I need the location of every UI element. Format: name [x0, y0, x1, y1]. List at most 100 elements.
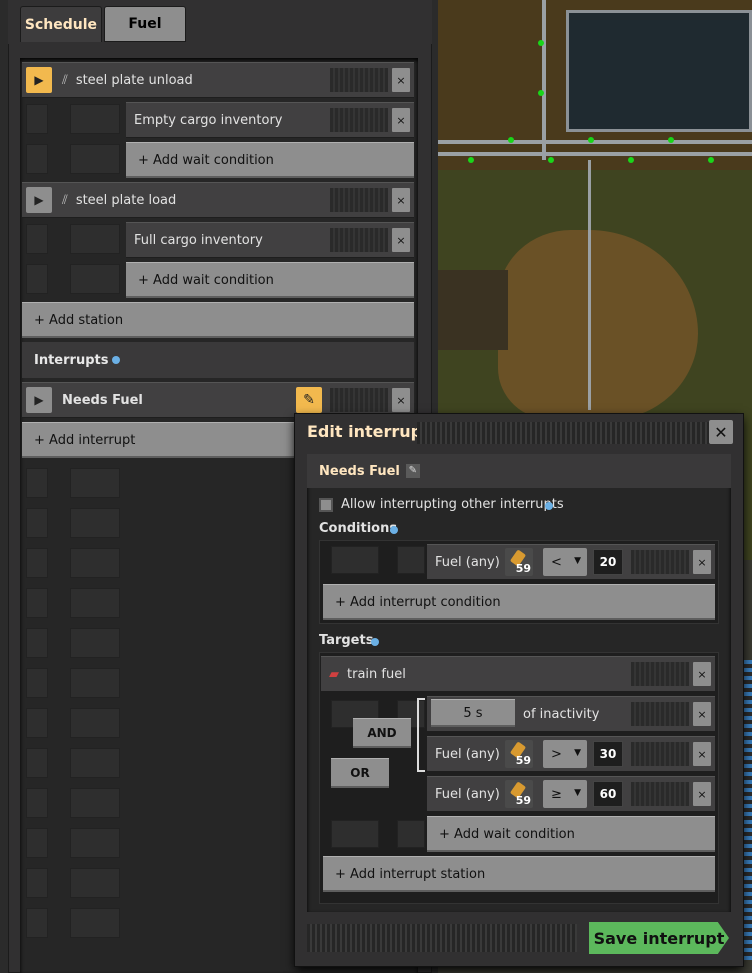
map-signal-dot	[628, 157, 634, 163]
interrupt-condition-row[interactable]: Fuel (any) 59 < ▼ 20 ×	[427, 544, 715, 580]
map-rail-horizontal	[438, 140, 752, 144]
info-icon[interactable]: i	[371, 638, 379, 646]
remove-condition-button[interactable]: ×	[693, 702, 711, 726]
empty-cell	[26, 908, 48, 938]
empty-cell	[26, 508, 48, 538]
and-toggle-button[interactable]: AND	[353, 718, 411, 748]
remove-condition-button[interactable]: ×	[392, 108, 410, 132]
targets-box: ▰ train fuel × AND OR 5 s of inactivity …	[319, 652, 719, 904]
map-signal-dot	[538, 40, 544, 46]
empty-cell	[70, 628, 120, 658]
fuel-icon[interactable]: 59	[505, 548, 533, 576]
save-interrupt-button[interactable]: Save interrupt	[589, 922, 729, 954]
empty-cell	[26, 264, 48, 294]
add-wait-condition-button[interactable]: + Add wait condition	[126, 142, 414, 178]
info-icon[interactable]: i	[545, 502, 553, 510]
condition-label: Fuel (any)	[435, 554, 500, 570]
play-icon[interactable]: ▶	[26, 187, 52, 213]
close-icon[interactable]: ✕	[709, 420, 733, 444]
station-name: steel plate unload	[75, 72, 193, 88]
condition-label: Full cargo inventory	[134, 232, 263, 248]
map-shadow-area	[438, 270, 508, 350]
tab-fuel[interactable]: Fuel	[104, 6, 186, 42]
condition-slot	[631, 550, 689, 574]
add-wait-condition-button[interactable]: + Add wait condition	[427, 816, 715, 852]
map-signal-dot	[468, 157, 474, 163]
allow-interrupting-label: Allow interrupting other interrupts	[341, 497, 564, 512]
or-toggle-button[interactable]: OR	[331, 758, 389, 788]
empty-cell	[26, 104, 48, 134]
station-row[interactable]: ▶ ⫽ steel plate unload ×	[22, 62, 414, 98]
interrupts-title: Interrupts	[34, 352, 109, 368]
remove-interrupt-button[interactable]: ×	[392, 388, 410, 412]
chevron-down-icon: ▼	[574, 788, 581, 798]
map-rail-vertical-2	[588, 160, 591, 410]
play-icon[interactable]: ▶	[26, 67, 52, 93]
add-interrupt-station-button[interactable]: + Add interrupt station	[323, 856, 715, 892]
wait-condition-row[interactable]: Empty cargo inventory ×	[126, 102, 414, 138]
rename-icon[interactable]: ✎	[405, 464, 420, 478]
map-signal-dot	[508, 137, 514, 143]
dialog-drag-handle[interactable]	[417, 422, 711, 444]
map-signal-dot	[548, 157, 554, 163]
remove-condition-button[interactable]: ×	[693, 782, 711, 806]
conditions-box: Fuel (any) 59 < ▼ 20 × + Add interrupt co…	[319, 540, 719, 624]
wait-condition-row[interactable]: 5 s of inactivity ×	[427, 696, 715, 732]
remove-condition-button[interactable]: ×	[392, 228, 410, 252]
station-name: steel plate load	[75, 192, 177, 208]
condition-label: Fuel (any)	[435, 746, 500, 762]
remove-condition-button[interactable]: ×	[693, 550, 711, 574]
add-interrupt-condition-button[interactable]: + Add interrupt condition	[323, 584, 715, 620]
empty-cell	[70, 508, 120, 538]
remove-station-button[interactable]: ×	[392, 188, 410, 212]
tab-schedule[interactable]: Schedule	[20, 6, 102, 42]
station-row[interactable]: ▶ ⫽ steel plate load ×	[22, 182, 414, 218]
allow-interrupting-checkbox[interactable]	[319, 498, 333, 512]
target-station-name: train fuel	[347, 666, 406, 682]
station-slot	[330, 188, 388, 212]
remove-target-button[interactable]: ×	[693, 662, 711, 686]
empty-cell	[26, 748, 48, 778]
fuel-icon[interactable]: 59	[505, 740, 533, 768]
empty-cell	[70, 828, 120, 858]
empty-cell	[397, 546, 425, 574]
condition-slot	[330, 108, 388, 132]
wait-condition-row[interactable]: Fuel (any) 59 > ▼ 30 ×	[427, 736, 715, 772]
remove-condition-button[interactable]: ×	[693, 742, 711, 766]
add-station-button[interactable]: + Add station	[22, 302, 414, 338]
condition-label: Empty cargo inventory	[134, 112, 283, 128]
value-field[interactable]: 20	[593, 549, 623, 575]
empty-cell	[70, 748, 120, 778]
target-station-row[interactable]: ▰ train fuel ×	[321, 656, 715, 692]
fuel-icon[interactable]: 59	[505, 780, 533, 808]
add-wait-condition-button[interactable]: + Add wait condition	[126, 262, 414, 298]
comparator-select[interactable]: > ▼	[543, 740, 587, 768]
value-field[interactable]: 60	[593, 781, 623, 807]
dialog-footer-drag	[307, 924, 577, 952]
empty-cell	[70, 588, 120, 618]
wait-condition-row[interactable]: Full cargo inventory ×	[126, 222, 414, 258]
empty-cell	[397, 820, 425, 848]
empty-cell	[26, 668, 48, 698]
empty-cell	[70, 908, 120, 938]
map-rail-horizontal-2	[438, 152, 752, 156]
condition-slot	[631, 702, 689, 726]
remove-station-button[interactable]: ×	[392, 68, 410, 92]
empty-cell	[26, 548, 48, 578]
add-interrupt-button[interactable]: + Add interrupt	[22, 422, 302, 458]
time-field[interactable]: 5 s	[431, 699, 515, 727]
station-slot	[330, 68, 388, 92]
interrupt-row[interactable]: ▶ Needs Fuel ✎ ×	[22, 382, 414, 418]
info-icon[interactable]: i	[390, 526, 398, 534]
comparator-select[interactable]: < ▼	[543, 548, 587, 576]
value-field[interactable]: 30	[593, 741, 623, 767]
empty-cell	[331, 546, 379, 574]
info-icon[interactable]: i	[112, 356, 121, 364]
empty-cell	[26, 628, 48, 658]
edit-pencil-icon[interactable]: ✎	[296, 387, 322, 413]
empty-cell	[70, 708, 120, 738]
empty-cell	[26, 144, 48, 174]
comparator-select[interactable]: ≥ ▼	[543, 780, 587, 808]
wait-condition-row[interactable]: Fuel (any) 59 ≥ ▼ 60 ×	[427, 776, 715, 812]
play-icon[interactable]: ▶	[26, 387, 52, 413]
